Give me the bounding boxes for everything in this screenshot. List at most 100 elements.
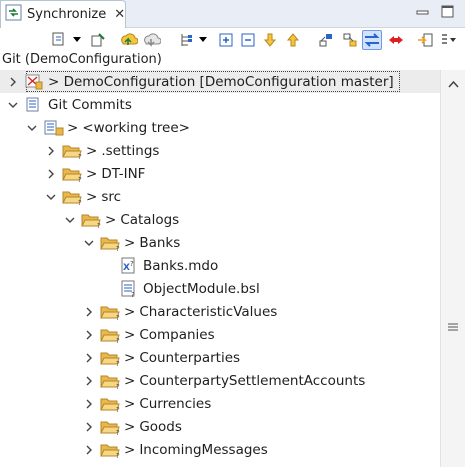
- synchronize-tree[interactable]: > DemoConfiguration [DemoConfiguration m…: [0, 70, 440, 467]
- tree-row[interactable]: ? > Goods: [0, 415, 440, 438]
- chevron-right-icon[interactable]: [82, 351, 96, 365]
- synchronize-icon[interactable]: [50, 30, 70, 50]
- maximize-icon[interactable]: [440, 4, 455, 19]
- folder-icon: ?: [100, 303, 120, 322]
- tree-row[interactable]: ? > Counterparties: [0, 346, 440, 369]
- expand-all-icon[interactable]: [216, 30, 236, 50]
- change-marker: >: [124, 326, 136, 343]
- chevron-down-icon[interactable]: [44, 190, 58, 204]
- tab-title: Synchronize: [27, 7, 107, 22]
- tree-row[interactable]: ? > Currencies: [0, 392, 440, 415]
- arrow-up-icon[interactable]: [283, 30, 303, 50]
- tree-item-label: Banks: [139, 234, 181, 251]
- change-marker: >: [124, 441, 136, 458]
- tree-row[interactable]: ? > .settings: [0, 139, 440, 162]
- scrollbar-thumb[interactable]: [448, 320, 458, 331]
- tab-synchronize[interactable]: Synchronize ✕: [0, 0, 126, 28]
- tree-row[interactable]: ? > CounterpartySettlementAccounts: [0, 369, 440, 392]
- folder-icon: ?: [100, 372, 120, 391]
- folder-icon: ?: [100, 234, 120, 253]
- tree-item-label: src: [101, 188, 122, 205]
- chevron-right-icon[interactable]: [82, 328, 96, 342]
- tree-item-label: ObjectModule.bsl: [143, 280, 260, 297]
- view-menu-icon[interactable]: [438, 30, 458, 50]
- view-tab-bar: Synchronize ✕: [0, 0, 465, 28]
- svg-text:?: ?: [78, 153, 82, 160]
- chevron-right-icon[interactable]: [6, 75, 20, 89]
- tree-item-label: Banks.mdo: [143, 257, 219, 274]
- svg-text:?: ?: [116, 337, 120, 344]
- svg-text:?: ?: [116, 245, 120, 252]
- tree-row[interactable]: X? Banks.mdo: [0, 254, 440, 277]
- tree-item-label: CharacteristicValues: [139, 303, 278, 320]
- conflicts-mode-icon[interactable]: [386, 30, 406, 50]
- tree-item-label: .settings: [101, 142, 160, 159]
- scroll-up-icon[interactable]: [448, 77, 459, 92]
- svg-text:?: ?: [116, 429, 120, 436]
- tree-row[interactable]: ? > Catalogs: [0, 208, 440, 231]
- svg-text:?: ?: [131, 291, 135, 298]
- tree-row[interactable]: > DemoConfiguration [DemoConfiguration m…: [0, 70, 440, 93]
- change-marker: >: [124, 349, 136, 366]
- folder-icon: ?: [100, 349, 120, 368]
- vertical-scrollbar[interactable]: [440, 70, 465, 467]
- tree-item-label: Goods: [139, 418, 182, 435]
- minimize-icon[interactable]: [415, 4, 430, 19]
- change-marker: >: [86, 142, 98, 159]
- chevron-down-icon[interactable]: [199, 37, 207, 42]
- tree-row[interactable]: ? > Banks: [0, 231, 440, 254]
- push-icon[interactable]: [141, 30, 161, 50]
- pin-icon[interactable]: [88, 30, 108, 50]
- tree-row[interactable]: ? > CharacteristicValues: [0, 300, 440, 323]
- tree-presentation-icon[interactable]: [177, 30, 197, 50]
- collapse-all-icon[interactable]: [238, 30, 258, 50]
- chevron-right-icon[interactable]: [82, 374, 96, 388]
- git-commits-icon: [24, 96, 44, 114]
- chevron-right-icon[interactable]: [82, 305, 96, 319]
- tree-item-label: Currencies: [139, 395, 212, 412]
- tree-item-label: <working tree>: [82, 119, 190, 136]
- svg-text:X: X: [123, 263, 130, 273]
- chevron-right-icon[interactable]: [82, 443, 96, 457]
- chevron-down-icon[interactable]: [63, 213, 77, 227]
- folder-icon: ?: [62, 165, 82, 184]
- close-icon[interactable]: ✕: [114, 7, 125, 22]
- tree-row[interactable]: ? > src: [0, 185, 440, 208]
- tree-row[interactable]: ? > Companies: [0, 323, 440, 346]
- folder-icon: ?: [100, 395, 120, 414]
- chevron-right-icon[interactable]: [44, 144, 58, 158]
- tree-row[interactable]: > <working tree>: [0, 116, 440, 139]
- svg-text:?: ?: [130, 260, 134, 268]
- incoming-mode-icon[interactable]: [316, 30, 336, 50]
- tree-row[interactable]: ? > DT-INF: [0, 162, 440, 185]
- tree-row[interactable]: Git Commits: [0, 93, 440, 116]
- chevron-right-icon[interactable]: [82, 397, 96, 411]
- working-tree-icon: [43, 119, 64, 137]
- tree-item-label: Counterparties: [139, 349, 241, 366]
- folder-icon: ?: [62, 142, 82, 161]
- fetch-icon[interactable]: [118, 30, 138, 50]
- sync-link-icon[interactable]: [415, 30, 435, 50]
- svg-text:?: ?: [116, 314, 120, 321]
- outgoing-mode-icon[interactable]: [340, 30, 360, 50]
- arrow-down-icon[interactable]: [260, 30, 280, 50]
- tree-item-label: CounterpartySettlementAccounts: [139, 372, 366, 389]
- selection-focus-outline: [26, 71, 400, 92]
- chevron-down-icon[interactable]: [25, 121, 39, 135]
- tree-item-label: Catalogs: [120, 211, 180, 228]
- tree-row[interactable]: ? > IncomingMessages: [0, 438, 440, 461]
- both-mode-icon[interactable]: [362, 30, 382, 50]
- folder-icon: ?: [100, 418, 120, 437]
- svg-text:?: ?: [97, 222, 101, 229]
- change-marker: >: [124, 303, 136, 320]
- chevron-right-icon[interactable]: [44, 167, 58, 181]
- chevron-down-icon[interactable]: [82, 236, 96, 250]
- svg-text:?: ?: [78, 176, 82, 183]
- git-repo-icon: [24, 73, 44, 91]
- tree-row[interactable]: ? ObjectModule.bsl: [0, 277, 440, 300]
- chevron-down-icon[interactable]: [73, 37, 81, 42]
- tree-item-label: IncomingMessages: [139, 441, 268, 458]
- chevron-right-icon[interactable]: [82, 420, 96, 434]
- chevron-down-icon[interactable]: [6, 98, 20, 112]
